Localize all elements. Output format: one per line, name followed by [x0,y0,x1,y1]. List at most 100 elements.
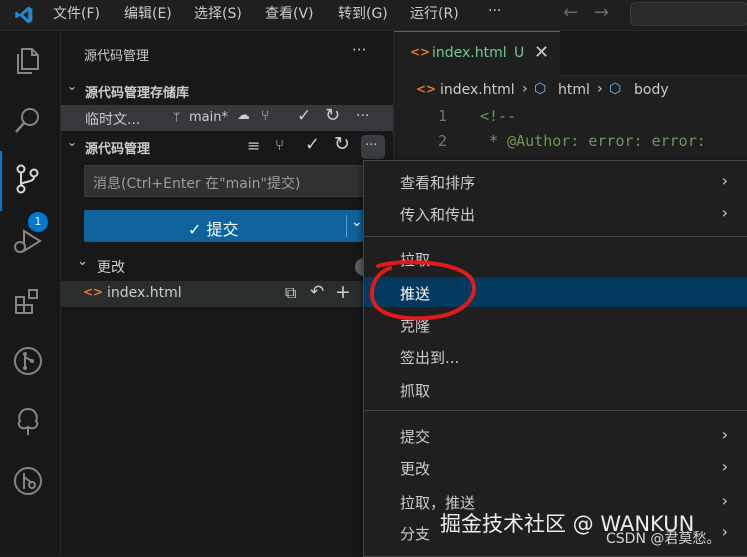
chevron-right-icon: › [721,522,728,541]
html-file-icon: <> [83,285,104,299]
close-tab-icon[interactable]: ✕ [534,42,549,63]
refresh-icon[interactable]: ↻ [325,105,340,126]
chevron-down-icon: ⌄ [67,79,78,93]
repository-row[interactable]: 临时文... ᛘ main* ☁ ⑂ ✓ ↻ ··· [61,105,393,131]
menu-item-label: 签出到... [400,349,460,367]
element-cube-icon: ⬡ [609,81,622,97]
extensions-icon[interactable] [12,285,48,321]
menu-item-view-and-sort[interactable]: 查看和排序 › [364,166,747,196]
more-icon: ··· [365,138,378,153]
chevron-right-icon: › [597,81,603,97]
chevron-right-icon: › [721,171,728,190]
editor-tab[interactable]: <> index.html U ✕ [394,31,560,76]
menu-item-fetch[interactable]: 抓取 [364,374,747,404]
vscode-logo-icon [15,6,33,24]
html-file-icon: <> [416,82,437,96]
line-number: 2 [438,132,448,150]
breadcrumb-file[interactable]: index.html [440,82,515,98]
chevron-right-icon: › [522,81,528,97]
menu-item-label: 提交 [400,428,431,446]
menu-file[interactable]: 文件(F) [53,3,100,23]
tree-view-icon[interactable] [12,405,48,441]
menu-edit[interactable]: 编辑(E) [124,3,172,23]
code-line: <!-- [480,107,517,125]
stage-changes-icon[interactable]: + [335,281,351,303]
tab-title: index.html [432,45,507,61]
branch-name[interactable]: main* [189,110,228,125]
commit-check-icon[interactable]: ✓ [297,106,311,126]
commit-button-label: ✓ 提交 [188,220,239,239]
git-graph-icon[interactable] [12,345,48,381]
refresh-icon[interactable]: ↻ [334,133,350,155]
menu-go[interactable]: 转到(G) [338,3,388,23]
changes-label: 更改 [97,260,125,276]
activity-bar: 1 [0,31,61,555]
graph-icon[interactable]: ⑂ [261,108,269,124]
commit-button-divider [346,215,347,237]
menu-item-checkout-to[interactable]: 签出到... [364,341,747,371]
menu-view[interactable]: 查看(V) [265,3,314,23]
menu-selection[interactable]: 选择(S) [194,3,242,23]
commit-button[interactable]: ✓ 提交 ⌄ [84,210,364,242]
forward-arrow-icon[interactable]: → [594,2,609,23]
changed-file-row[interactable]: <> index.html ⧉ ↶ + [61,281,393,307]
menu-item-commit[interactable]: 提交 › [364,420,747,450]
code-line: * @Author: error: error: [480,132,706,150]
sidebar-more-button[interactable]: ··· [352,41,366,59]
changes-group-header[interactable]: ⌄ 更改 [61,254,393,278]
red-annotation-circle [369,260,476,321]
scm-section-title: 源代码管理 [85,142,151,157]
sync-cloud-icon[interactable]: ☁ [237,108,250,123]
scm-more-button[interactable]: ··· [361,135,385,159]
tab-untracked-status: U [514,45,525,61]
source-control-icon[interactable] [12,163,48,199]
chevron-down-icon: ⌄ [67,135,78,149]
title-bar: 文件(F) 编辑(E) 选择(S) 查看(V) 转到(G) 运行(R) ··· … [0,0,747,31]
menu-item-label: 传入和传出 [400,206,476,224]
menu-item-label: 抓取 [400,382,431,400]
breadcrumb-html[interactable]: html [558,82,590,98]
git-history-icon[interactable] [12,465,48,501]
menu-item-incoming-outgoing[interactable]: 传入和传出 › [364,198,747,228]
back-arrow-icon[interactable]: ← [563,2,578,23]
chevron-down-icon: ⌄ [77,254,88,269]
branch-icon: ᛘ [173,110,181,124]
discard-changes-icon[interactable]: ↶ [310,282,324,302]
repository-more-icon[interactable]: ··· [356,108,369,124]
csdn-watermark: CSDN @君莫愁。 [606,531,721,547]
changed-file-name: index.html [107,285,182,301]
html-file-icon: <> [410,45,431,59]
menu-item-label: 查看和排序 [400,174,476,192]
repositories-section-title: 源代码管理存储库 [85,86,190,101]
element-cube-icon: ⬡ [534,81,547,97]
commit-message-input[interactable]: 消息(Ctrl+Enter 在"main"提交) [84,165,366,197]
chevron-right-icon: › [721,457,728,476]
chevron-right-icon: › [721,491,728,510]
menu-separator [364,236,747,237]
repositories-section-header[interactable]: ⌄ 源代码管理存储库 [61,79,393,101]
breadcrumb-body[interactable]: body [634,82,669,98]
menu-item-changes[interactable]: 更改 › [364,452,747,482]
view-as-list-icon[interactable]: ≡ [247,136,260,155]
menu-more[interactable]: ··· [488,3,501,19]
commit-message-placeholder: 消息(Ctrl+Enter 在"main"提交) [93,176,301,192]
chevron-right-icon: › [721,203,728,222]
scm-section-header[interactable]: ⌄ 源代码管理 ≡ ⑂ ✓ ↻ ··· [61,133,393,159]
run-debug-icon[interactable] [12,225,48,261]
open-file-icon[interactable]: ⧉ [285,283,296,303]
command-center-search[interactable] [630,2,747,26]
menu-separator [364,410,747,411]
breadcrumb: <> index.html › ⬡ html › ⬡ body [394,78,747,104]
menu-item-label: 更改 [400,460,431,478]
repository-name: 临时文... [85,112,141,128]
search-icon[interactable] [12,105,48,141]
commit-check-icon[interactable]: ✓ [305,134,320,155]
context-menu: 查看和排序 › 传入和传出 › 拉取 推送 克隆 签出到... 抓取 提交 › … [363,160,747,557]
line-number: 1 [438,107,448,125]
graph-icon[interactable]: ⑂ [275,136,284,154]
menu-item-label: 分支 [400,525,431,543]
commit-dropdown-chevron-icon[interactable]: ⌄ [351,214,363,230]
menu-run[interactable]: 运行(R) [410,3,459,23]
explorer-icon[interactable] [12,45,48,81]
active-indicator [0,151,2,211]
